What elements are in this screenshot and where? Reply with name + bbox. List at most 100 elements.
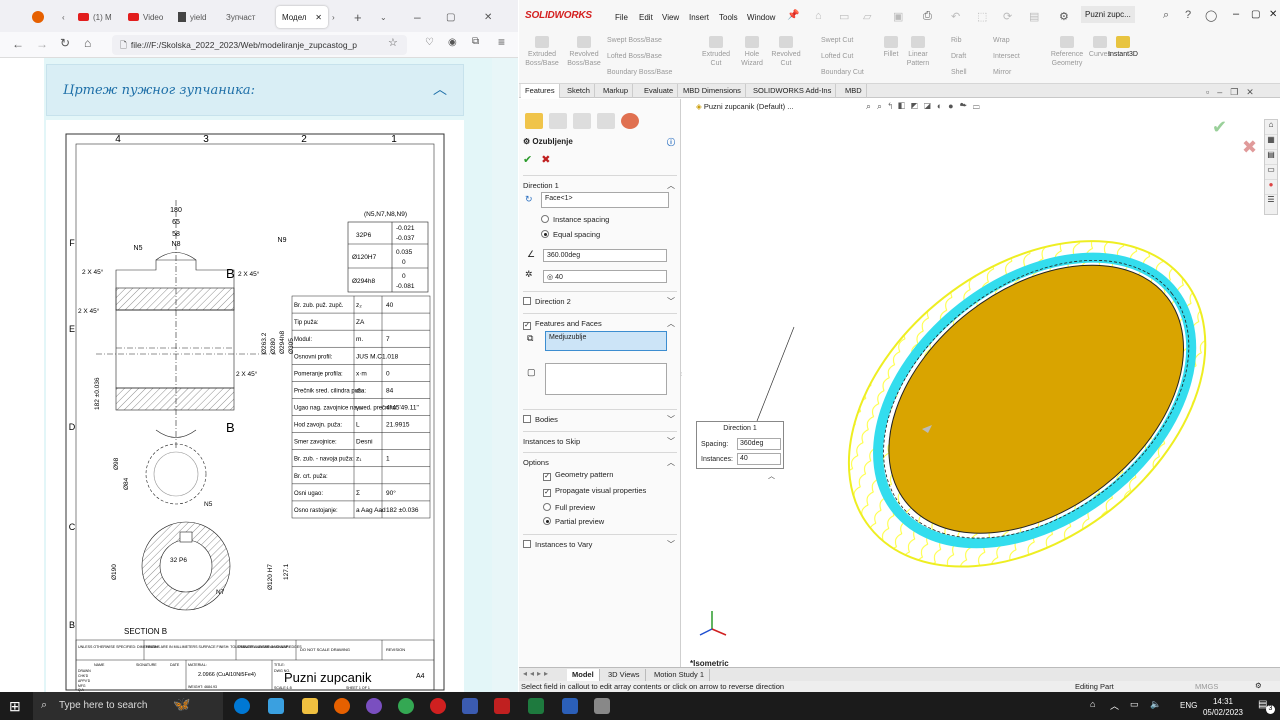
tab-modeliranje[interactable]: Модел ✕ (276, 6, 328, 28)
geometry-pattern-checkbox[interactable]: ✓ Geometry pattern (543, 470, 697, 481)
appearance-tab-icon[interactable] (621, 113, 639, 129)
file-explorer-icon[interactable] (302, 698, 318, 714)
close-window-icon[interactable]: ✕ (484, 6, 492, 28)
mail-icon[interactable] (268, 698, 284, 714)
firefox-icon[interactable] (334, 698, 350, 714)
chrome-icon[interactable] (398, 698, 414, 714)
extensions-puzzle-icon[interactable]: ⧉ (472, 36, 479, 47)
draft-button[interactable]: Draft (951, 52, 966, 61)
tab-evaluate[interactable]: Evaluate (640, 84, 679, 98)
cancel-x-icon[interactable]: ✖ (541, 154, 550, 166)
rebuild-icon[interactable]: ⟳ (1003, 10, 1012, 23)
print-icon[interactable]: ⎙ (923, 10, 932, 23)
chevron-up-icon[interactable]: ︿ (433, 79, 447, 99)
user-icon[interactable]: ◯ (1205, 9, 1217, 22)
tab-mbd[interactable]: MBD (841, 84, 867, 98)
full-preview-radio[interactable]: Full preview (543, 503, 697, 512)
property-manager-tab-icon[interactable] (525, 113, 543, 129)
chevron-up-icon[interactable]: ︿ (667, 318, 675, 329)
instances-input[interactable]: ◎ 40 (543, 270, 667, 283)
reverse-direction-icon[interactable]: ↻ (525, 194, 533, 205)
intersect-button[interactable]: Intersect (993, 52, 1020, 61)
graphics-area[interactable]: ◈ Puzni zupcanik (Default) ... ⌕⌕↰◧◩◪◐●☁… (682, 87, 1280, 668)
swept-boss-button[interactable]: Swept Boss/Base (607, 36, 662, 45)
equal-spacing-radio[interactable]: Equal spacing (541, 230, 695, 239)
tray-people-icon[interactable]: ⌂ (1090, 699, 1095, 709)
faces-list[interactable] (545, 363, 667, 395)
file-props-icon[interactable]: ▤ (1029, 10, 1039, 23)
shell-button[interactable]: Shell (951, 68, 967, 77)
windows-start-icon[interactable]: ⊞ (9, 698, 21, 715)
direction-face-field[interactable]: Face<1> (541, 192, 669, 208)
config-tab-icon[interactable] (573, 113, 591, 129)
lofted-cut-button[interactable]: Lofted Cut (821, 52, 853, 61)
feature-tree-tab-icon[interactable] (549, 113, 567, 129)
app-icon[interactable] (462, 698, 478, 714)
direction1-callout[interactable]: Direction 1 Spacing: 360deg Instances: 4… (696, 421, 784, 469)
menu-insert[interactable]: Insert (689, 13, 709, 22)
back-icon[interactable]: ← (12, 37, 24, 51)
network-icon[interactable]: ▭ (1130, 699, 1139, 710)
revolved-boss-button[interactable]: Revolved Boss/Base (565, 36, 603, 68)
accordion-header[interactable]: Цртеж пужног зупчаника: ︿ (46, 64, 464, 116)
wrap-button[interactable]: Wrap (993, 36, 1010, 45)
menu-icon[interactable]: ≡ (498, 35, 505, 49)
tab-scroll-arrows-icon[interactable]: ◂◂▸▸ (523, 669, 551, 678)
extruded-cut-button[interactable]: Extruded Cut (699, 36, 733, 68)
boundary-cut-button[interactable]: Boundary Cut (821, 68, 864, 77)
tab-scroll-left-icon[interactable]: ‹ (62, 6, 65, 28)
pocket-icon[interactable]: ♡ (425, 37, 434, 48)
instant3d-button[interactable]: Instant3D (1105, 36, 1141, 59)
menu-view[interactable]: View (662, 13, 679, 22)
propagate-checkbox[interactable]: ✓ Propagate visual properties (543, 486, 697, 497)
instance-spacing-radio[interactable]: Instance spacing (541, 215, 695, 224)
minimize-icon[interactable]: – (414, 6, 421, 28)
fillet-button[interactable]: Fillet (879, 36, 903, 59)
status-tools-icon[interactable]: ⚙ (1255, 681, 1262, 690)
instances-skip-section[interactable]: Instances to Skip ﹀ (523, 431, 677, 446)
minimize-icon[interactable]: – (1233, 8, 1239, 20)
close-icon[interactable]: ✕ (315, 13, 322, 22)
menu-tools[interactable]: Tools (719, 13, 738, 22)
chevron-down-icon[interactable]: ﹀ (667, 436, 675, 447)
select-icon[interactable]: ⬚ (977, 10, 987, 23)
menu-window[interactable]: Window (747, 13, 775, 22)
new-tab-icon[interactable]: + (354, 6, 362, 28)
forward-icon[interactable]: → (36, 37, 48, 51)
callout-spacing-input[interactable]: 360deg (737, 438, 781, 450)
chevron-up-icon[interactable]: ︿ (667, 457, 675, 468)
dimxpert-tab-icon[interactable] (597, 113, 615, 129)
terminal-icon[interactable] (594, 698, 610, 714)
direction2-section[interactable]: Direction 2 ﹀ (523, 291, 677, 306)
menu-file[interactable]: File (615, 13, 628, 22)
angle-input[interactable]: 360.00deg (543, 249, 667, 262)
solidworks-icon[interactable] (494, 698, 510, 714)
revolved-cut-button[interactable]: Revolved Cut (769, 36, 803, 68)
clock[interactable]: 14:31 05/02/2023 (1200, 696, 1246, 718)
boundary-boss-button[interactable]: Boundary Boss/Base (607, 68, 672, 77)
chevron-down-icon[interactable]: ﹀ (667, 539, 675, 550)
restore-icon[interactable]: ❐ (1230, 87, 1246, 97)
save-icon[interactable]: ▣ (893, 10, 903, 23)
chevron-up-icon[interactable]: ︿ (667, 180, 675, 191)
status-units[interactable]: MMGS (1195, 682, 1218, 691)
pin-icon[interactable]: 📌 (787, 10, 799, 21)
tab-list-icon[interactable]: ⌄ (380, 6, 387, 28)
tab-features[interactable]: Features (521, 84, 560, 98)
tab-model[interactable]: Model (567, 669, 600, 681)
new-doc-icon[interactable]: ▭ (839, 10, 849, 23)
viber-icon[interactable] (366, 698, 382, 714)
tab-markup[interactable]: Markup (599, 84, 634, 98)
opera-icon[interactable] (430, 698, 446, 714)
features-faces-section[interactable]: ✓ Features and Faces ︿ (523, 313, 677, 330)
tray-chevron-icon[interactable]: ︿ (1110, 699, 1119, 712)
tab-youtube-1[interactable]: (1) M (78, 6, 114, 28)
callout-toggle-icon[interactable]: ︿ (768, 471, 775, 481)
excel-icon[interactable] (528, 698, 544, 714)
hole-wizard-button[interactable]: Hole Wizard (735, 36, 769, 68)
partial-preview-radio[interactable]: Partial preview (543, 517, 697, 526)
undo-icon[interactable]: ↶ (951, 10, 960, 23)
search-icon[interactable]: ⌕ (1163, 9, 1169, 22)
ok-check-icon[interactable]: ✔ (523, 154, 532, 166)
open-icon[interactable]: ▱ (863, 10, 871, 23)
